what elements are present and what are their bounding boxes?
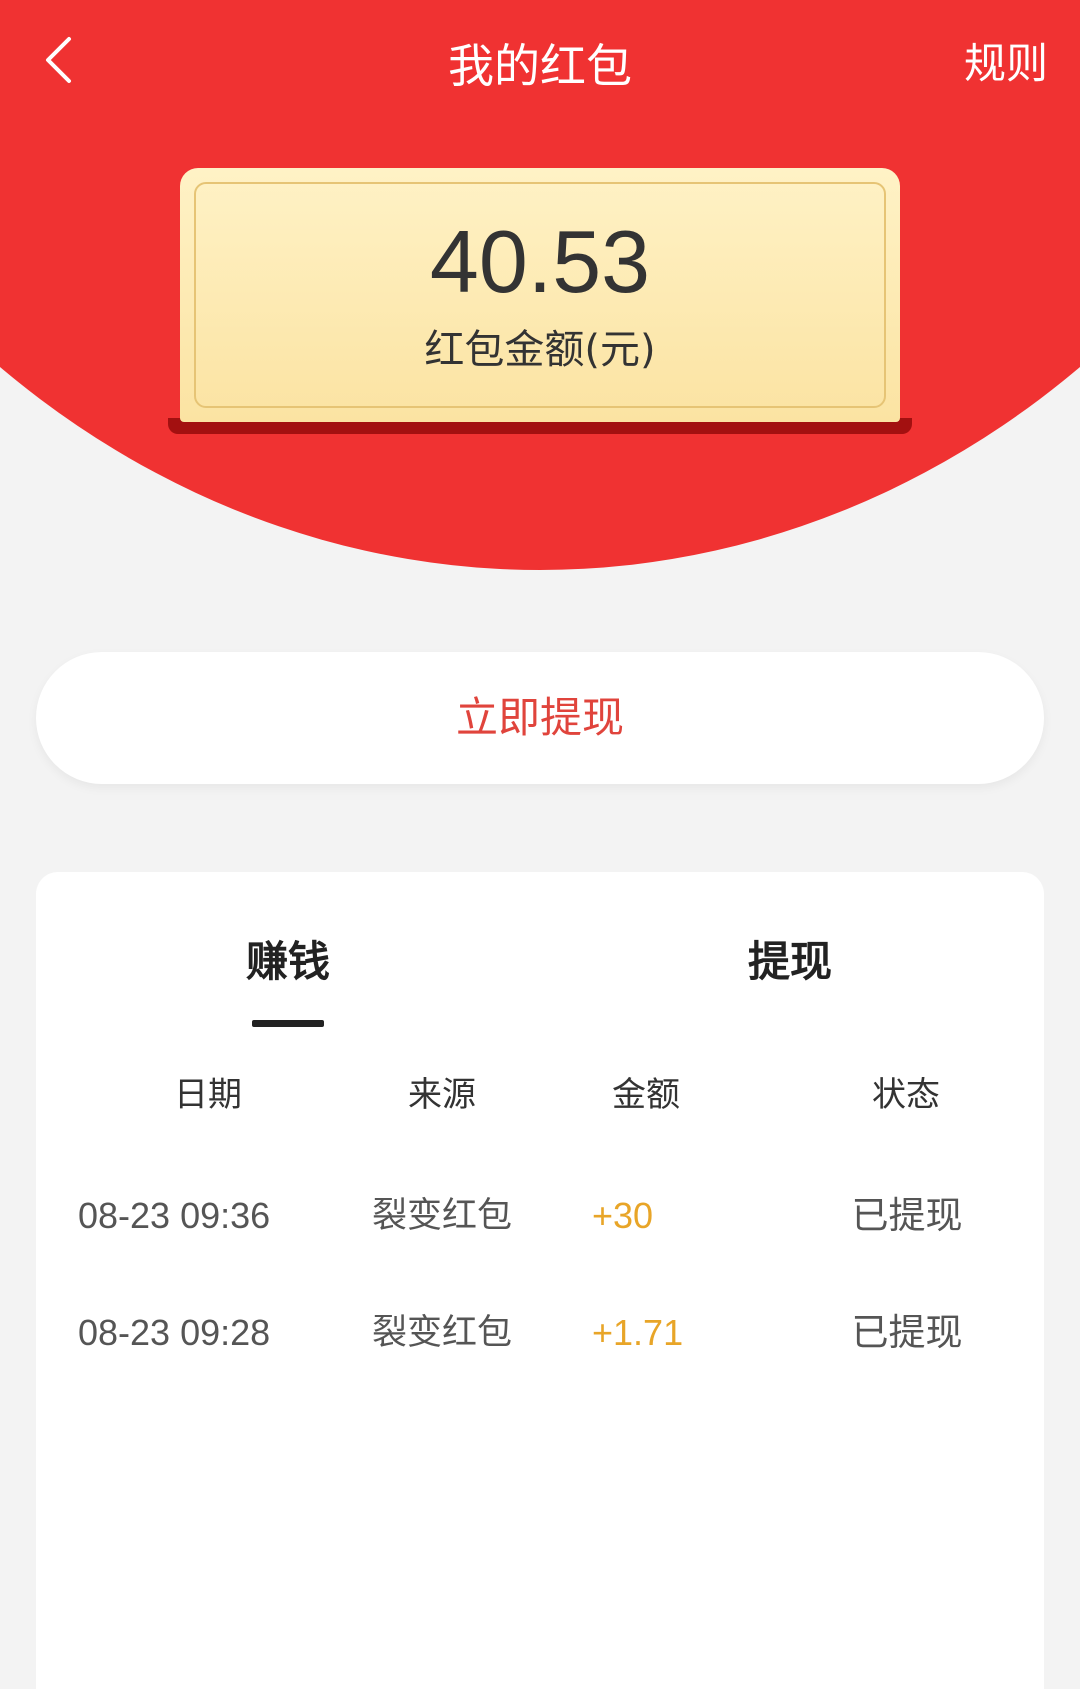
balance-card-inner: 40.53 红包金额(元) <box>194 182 886 408</box>
row-source: 裂变红包 <box>371 1313 512 1353</box>
row-amount: +1.71 <box>592 1312 684 1353</box>
navigation-bar: 我的红包 规则 <box>0 0 1080 140</box>
row-amount: +30 <box>592 1195 654 1236</box>
balance-amount: 40.53 <box>429 212 651 311</box>
table-row: 08-23 09:28 裂变红包 +1.71 已提现 <box>36 1307 1044 1367</box>
row-status: 已提现 <box>851 1194 963 1237</box>
records-panel: 赚钱 提现 日期 来源 金额 状态 08-23 09:36 裂变红包 +30 已… <box>36 872 1044 1689</box>
rules-link[interactable]: 规则 <box>964 36 1048 92</box>
withdraw-now-button[interactable]: 立即提现 <box>36 652 1044 784</box>
column-header-amount: 金额 <box>612 1075 680 1115</box>
active-tab-indicator <box>252 1020 324 1027</box>
page-title: 我的红包 <box>448 39 632 93</box>
tab-withdraw[interactable]: 提现 <box>670 934 910 1024</box>
column-header-source: 来源 <box>408 1075 476 1115</box>
row-date: 08-23 09:28 <box>78 1312 271 1353</box>
row-date: 08-23 09:36 <box>78 1195 271 1236</box>
tab-earn-label: 赚钱 <box>245 937 330 986</box>
withdraw-now-label: 立即提现 <box>455 693 624 742</box>
table-row: 08-23 09:36 裂变红包 +30 已提现 <box>36 1190 1044 1250</box>
column-header-status: 状态 <box>872 1075 940 1115</box>
row-source: 裂变红包 <box>371 1196 512 1236</box>
balance-label: 红包金额(元) <box>424 327 656 373</box>
row-status: 已提现 <box>851 1311 963 1354</box>
tab-withdraw-label: 提现 <box>747 937 832 986</box>
red-packet-page: 我的红包 规则 40.53 红包金额(元) 立即提现 赚钱 提现 日期 来源 金… <box>0 0 1080 1689</box>
balance-card: 40.53 红包金额(元) <box>180 168 900 422</box>
column-header-date: 日期 <box>174 1075 242 1115</box>
tab-earn[interactable]: 赚钱 <box>168 934 408 1024</box>
